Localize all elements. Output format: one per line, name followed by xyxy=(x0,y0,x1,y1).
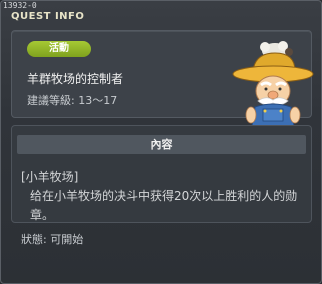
window-title: QUEST INFO xyxy=(11,11,85,22)
quest-description: 给在小羊牧场的决斗中获得20次以上胜利的人的勋章。 xyxy=(30,189,298,222)
content-section-label: [小羊牧场] xyxy=(21,170,79,184)
quest-id: 13932-0 xyxy=(3,1,37,10)
quest-summary-panel: 活動 羊群牧场的控制者 建議等級: 13～17 xyxy=(11,30,314,134)
farmer-npc-icon xyxy=(232,41,314,134)
quest-name: 羊群牧场的控制者 xyxy=(27,72,124,86)
content-header: 內容 xyxy=(17,135,306,154)
recommended-level: 建議等級: 13～17 xyxy=(27,94,118,107)
event-badge: 活動 xyxy=(27,41,91,57)
quest-status: 狀態: 可開始 xyxy=(21,233,84,246)
quest-info-window: 13932-0 QUEST INFO 活動 羊群牧场的控制者 建議等級: 13～… xyxy=(0,0,322,284)
